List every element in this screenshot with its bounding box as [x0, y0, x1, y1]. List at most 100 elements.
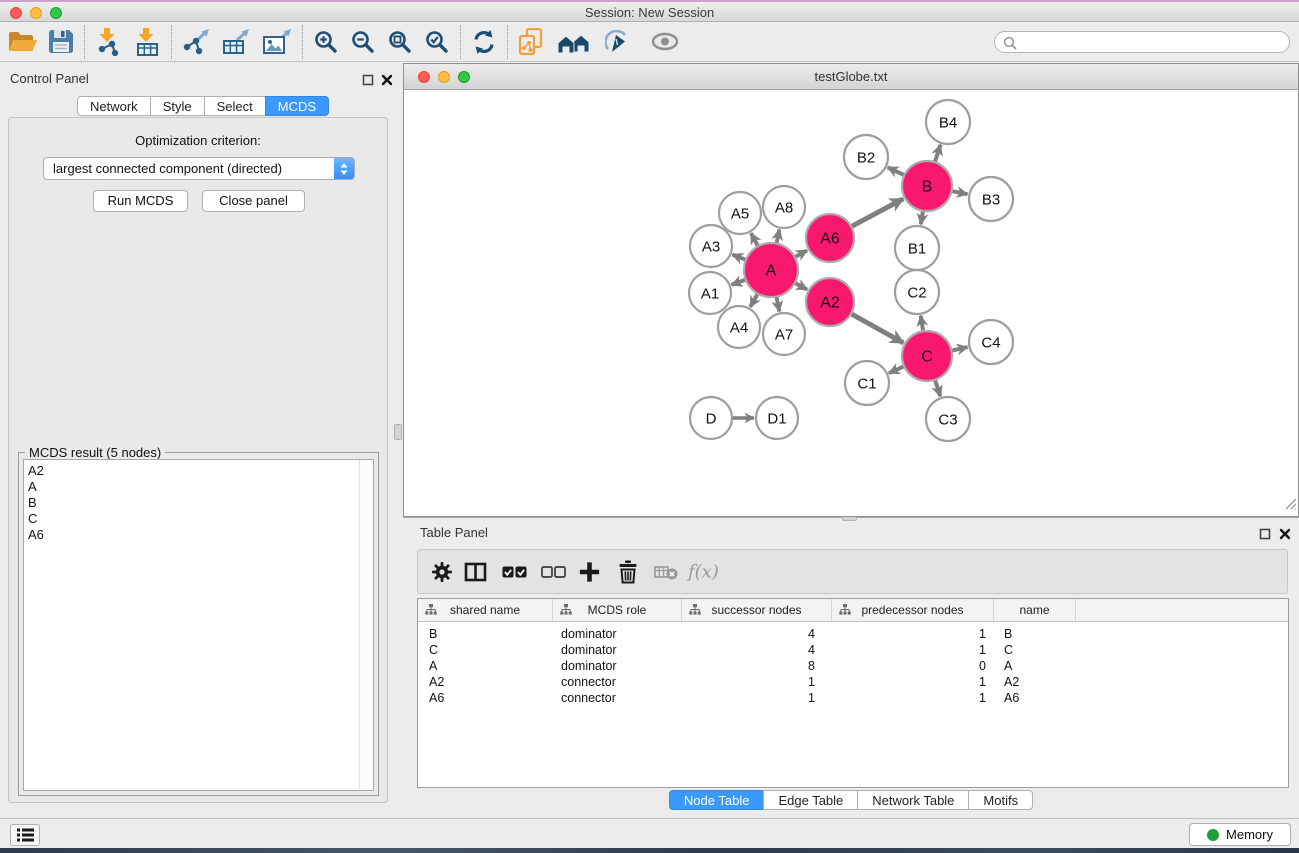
- function-builder-button[interactable]: f(x): [688, 561, 719, 582]
- search-input[interactable]: [1021, 33, 1285, 53]
- graph-edge-C-C1[interactable]: [889, 366, 905, 373]
- table-row[interactable]: Cdominator41C: [418, 642, 1288, 658]
- graph-node-A8[interactable]: A8: [763, 186, 805, 228]
- column-header-mcds-role[interactable]: MCDS role: [553, 599, 682, 621]
- splitter-handle[interactable]: [394, 424, 402, 440]
- graph-edge-A-A2[interactable]: [794, 282, 807, 289]
- criterion-dropdown[interactable]: largest connected component (directed): [43, 157, 355, 180]
- table-row[interactable]: Bdominator41B: [418, 626, 1288, 642]
- graph-node-A[interactable]: A: [744, 243, 798, 297]
- graph-node-C3[interactable]: C3: [926, 397, 970, 441]
- graph-edge-A-A1[interactable]: [732, 279, 747, 285]
- export-image-icon[interactable]: [262, 28, 292, 55]
- table-row[interactable]: A6connector11A6: [418, 690, 1288, 706]
- graph-node-A7[interactable]: A7: [763, 313, 805, 355]
- export-network-icon[interactable]: [182, 28, 210, 55]
- graph-node-A4[interactable]: A4: [718, 306, 760, 348]
- graph-edge-A-A6[interactable]: [794, 250, 807, 257]
- delete-table-icon[interactable]: [654, 563, 678, 581]
- mcds-result-item[interactable]: A6: [28, 527, 357, 543]
- scrollbar-track[interactable]: [359, 460, 373, 790]
- tab-style[interactable]: Style: [150, 96, 205, 116]
- mcds-result-item[interactable]: C: [28, 511, 357, 527]
- graph-node-C2[interactable]: C2: [895, 270, 939, 314]
- tab-network[interactable]: Network: [77, 96, 151, 116]
- graph-node-B2[interactable]: B2: [844, 135, 888, 179]
- graph-node-A6[interactable]: A6: [806, 214, 854, 262]
- zoom-fit-icon[interactable]: [387, 29, 413, 55]
- graph-edge-C-C2[interactable]: [921, 316, 924, 333]
- tab-network-table[interactable]: Network Table: [857, 790, 969, 810]
- mcds-result-item[interactable]: B: [28, 495, 357, 511]
- graph-edge-A-A7[interactable]: [776, 296, 779, 312]
- graph-node-D1[interactable]: D1: [756, 397, 798, 439]
- graph-edge-C-C4[interactable]: [950, 347, 967, 351]
- graph-edge-A6-B[interactable]: [850, 199, 903, 227]
- table-settings-gear-icon[interactable]: [431, 561, 453, 583]
- graph-node-B1[interactable]: B1: [895, 226, 939, 270]
- network-canvas[interactable]: B4 B2 B B3 A5A8A6 A3 B1 A C2 A1 A2 A4A7 C4 C C1 C3 D D1: [404, 89, 1298, 517]
- import-network-icon[interactable]: [95, 28, 121, 56]
- float-panel-icon[interactable]: [362, 73, 374, 91]
- export-table-icon[interactable]: [222, 28, 250, 55]
- graph-node-B3[interactable]: B3: [969, 177, 1013, 221]
- graph-node-B[interactable]: B: [902, 161, 952, 211]
- create-column-plus-icon[interactable]: [579, 561, 600, 582]
- graph-edge-A-A3[interactable]: [732, 255, 747, 261]
- tab-edge-table[interactable]: Edge Table: [763, 790, 858, 810]
- tab-motifs[interactable]: Motifs: [968, 790, 1033, 810]
- run-mcds-button[interactable]: Run MCDS: [93, 190, 188, 212]
- graph-edge-A-A4[interactable]: [750, 293, 758, 307]
- zoom-selected-icon[interactable]: [424, 29, 450, 55]
- mcds-result-item[interactable]: A: [28, 479, 357, 495]
- graph-node-A2[interactable]: A2: [806, 278, 854, 326]
- home-icon[interactable]: [557, 30, 591, 54]
- graph-edge-B-B4[interactable]: [935, 145, 941, 163]
- graph-node-A5[interactable]: A5: [719, 192, 761, 234]
- graph-node-C4[interactable]: C4: [969, 320, 1013, 364]
- eye-icon[interactable]: [651, 32, 679, 51]
- graph-node-D[interactable]: D: [690, 397, 732, 439]
- graph-edge-B-B1[interactable]: [921, 210, 923, 225]
- graph-node-A3[interactable]: A3: [690, 225, 732, 267]
- graph-edge-B-B2[interactable]: [888, 167, 906, 175]
- graph-edge-A-A8[interactable]: [776, 230, 779, 245]
- float-panel-icon[interactable]: [1259, 527, 1271, 545]
- mcds-result-item[interactable]: A2: [28, 463, 357, 479]
- resize-grip-icon[interactable]: [1283, 496, 1297, 515]
- tab-mcds[interactable]: MCDS: [265, 96, 329, 116]
- refresh-icon[interactable]: [471, 29, 497, 55]
- close-panel-icon[interactable]: [381, 73, 393, 91]
- graph-node-C[interactable]: C: [902, 331, 952, 381]
- close-panel-icon[interactable]: [1279, 527, 1291, 545]
- graph-node-A1[interactable]: A1: [689, 272, 731, 314]
- column-header-shared-name[interactable]: shared name: [418, 599, 553, 621]
- tab-select[interactable]: Select: [204, 96, 266, 116]
- task-history-button[interactable]: [10, 824, 40, 846]
- zoom-out-icon[interactable]: [350, 29, 376, 55]
- import-table-icon[interactable]: [133, 28, 161, 56]
- deselect-all-checkboxes-icon[interactable]: [541, 565, 566, 579]
- show-graphics-details-icon[interactable]: [605, 30, 629, 54]
- save-session-icon[interactable]: [48, 29, 74, 54]
- select-all-checkboxes-icon[interactable]: [502, 565, 527, 579]
- memory-button[interactable]: Memory: [1189, 823, 1291, 846]
- graph-edge-A2-C[interactable]: [850, 313, 903, 343]
- column-header-name[interactable]: name: [994, 599, 1076, 621]
- graph-node-B4[interactable]: B4: [926, 100, 970, 144]
- show-columns-icon[interactable]: [464, 562, 487, 582]
- network-manager-icon[interactable]: [518, 28, 543, 56]
- tab-node-table[interactable]: Node Table: [669, 790, 765, 810]
- delete-columns-trash-icon[interactable]: [618, 560, 638, 583]
- zoom-in-icon[interactable]: [313, 29, 339, 55]
- graph-edge-C-C3[interactable]: [935, 379, 941, 396]
- table-row[interactable]: A2connector11A2: [418, 674, 1288, 690]
- open-file-icon[interactable]: [8, 29, 38, 54]
- column-header-successor-nodes[interactable]: successor nodes: [682, 599, 832, 621]
- graph-node-C1[interactable]: C1: [845, 361, 889, 405]
- table-row[interactable]: Adominator80A: [418, 658, 1288, 674]
- graph-edge-A-A5[interactable]: [751, 233, 759, 247]
- close-panel-button[interactable]: Close panel: [202, 190, 305, 212]
- column-header-predecessor-nodes[interactable]: predecessor nodes: [832, 599, 994, 621]
- graph-edge-B-B3[interactable]: [951, 191, 968, 194]
